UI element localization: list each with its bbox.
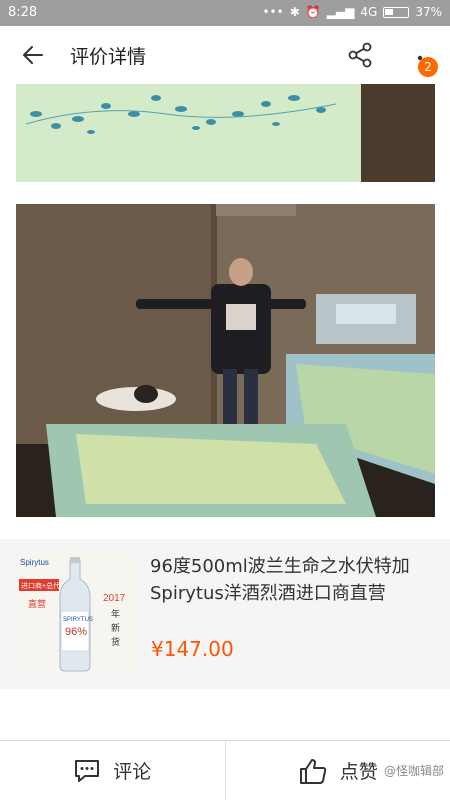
watermark: @怪咖辑部 [383, 764, 444, 778]
app-bar: 评价详情 2 [0, 26, 450, 84]
review-photo-1[interactable] [16, 84, 435, 182]
bottom-action-bar: 评论 点赞 [0, 740, 450, 800]
status-time: 8:28 [8, 5, 38, 20]
signal-icon: ▂▄▆ [326, 5, 355, 19]
bluetooth-icon: ✱ [289, 5, 300, 19]
page-title: 评价详情 [70, 46, 147, 68]
product-thumbnail[interactable]: Spirytus 进口商+总代 直营 SPIRYTUS 96% 2017 年 新… [16, 551, 138, 673]
product-name[interactable]: 96度500ml波兰生命之水伏特加Spirytus洋酒烈酒进口商直营 [150, 553, 440, 607]
comment-icon [75, 759, 100, 782]
product-card[interactable]: Spirytus 进口商+总代 直营 SPIRYTUS 96% 2017 年 新… [0, 539, 450, 689]
thumb-brand-logo: Spirytus [20, 558, 49, 567]
svg-text:年: 年 [111, 608, 120, 619]
svg-text:直营: 直营 [28, 598, 46, 609]
status-bar: 8:28 ••• ✱ ⏰ ▂▄▆ 4G 37% [0, 0, 450, 26]
svg-text:2017: 2017 [103, 593, 126, 604]
svg-text:96%: 96% [65, 626, 87, 638]
back-arrow-icon [23, 46, 43, 64]
review-content: Spirytus 进口商+总代 直营 SPIRYTUS 96% 2017 年 新… [0, 84, 450, 740]
dots-icon: ••• [262, 5, 284, 19]
notification-badge: 2 [418, 57, 438, 77]
alarm-icon: ⏰ [305, 5, 321, 19]
svg-text:SPIRYTUS: SPIRYTUS [63, 617, 93, 623]
review-photo-2[interactable] [16, 204, 435, 517]
back-button[interactable] [18, 40, 48, 70]
svg-text:进口商+总代: 进口商+总代 [21, 581, 60, 590]
battery-percent: 37% [415, 5, 442, 19]
network-type: 4G [360, 5, 378, 19]
thumbs-up-icon [299, 758, 326, 784]
comment-button[interactable]: 评论 [0, 741, 225, 800]
svg-text:新: 新 [111, 622, 120, 633]
battery-icon [383, 6, 410, 18]
svg-text:货: 货 [111, 636, 120, 647]
like-label: 点赞 [339, 761, 378, 783]
product-price: ¥147.00 [151, 637, 234, 661]
comment-label: 评论 [113, 761, 152, 783]
share-icon[interactable] [346, 41, 374, 69]
status-icons: ••• ✱ ⏰ ▂▄▆ 4G 37% [262, 5, 442, 19]
